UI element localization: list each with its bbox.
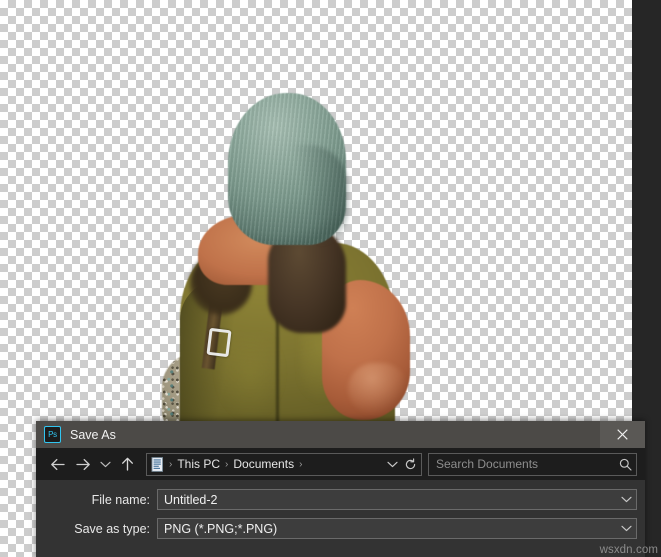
chevron-down-icon xyxy=(621,496,632,503)
forward-button[interactable] xyxy=(70,451,96,477)
file-name-label: File name: xyxy=(91,492,150,507)
breadcrumb-item-this-pc[interactable]: This PC xyxy=(174,457,223,471)
dialog-title: Save As xyxy=(70,427,116,442)
save-as-type-dropdown-button[interactable] xyxy=(617,519,636,538)
file-name-combobox[interactable] xyxy=(157,489,637,510)
search-input[interactable] xyxy=(436,457,619,471)
arrow-left-icon xyxy=(50,458,65,470)
knit-beanie-shadow xyxy=(290,145,348,245)
arrow-right-icon xyxy=(75,458,90,470)
file-name-dropdown-button[interactable] xyxy=(617,490,636,509)
up-one-level-button[interactable] xyxy=(114,451,140,477)
search-box[interactable] xyxy=(428,452,637,476)
breadcrumb-item-documents[interactable]: Documents xyxy=(230,457,297,471)
search-icon xyxy=(619,458,632,471)
bag-buckle xyxy=(206,327,232,358)
breadcrumb-separator: › xyxy=(225,458,229,470)
save-as-type-value: PNG (*.PNG;*.PNG) xyxy=(164,521,278,536)
chevron-down-icon xyxy=(99,461,111,467)
breadcrumb-separator-trailing[interactable]: › xyxy=(297,459,304,470)
breadcrumb-history-button[interactable] xyxy=(383,455,401,474)
screenshot-root: Ps Save As › This PC › Documents › Searc… xyxy=(0,0,661,557)
refresh-icon xyxy=(405,457,415,469)
refresh-button[interactable] xyxy=(401,455,419,474)
breadcrumb-separator: › xyxy=(169,458,173,470)
recent-locations-button[interactable] xyxy=(96,451,114,477)
close-button[interactable] xyxy=(600,421,645,448)
watermark: wsxdn.com xyxy=(599,544,658,556)
save-as-type-row: Save as type: PNG (*.PNG;*.PNG) xyxy=(36,516,645,541)
arrow-up-icon xyxy=(121,457,133,471)
dialog-navigation-bar: › This PC › Documents › xyxy=(36,448,645,480)
back-button[interactable] xyxy=(44,451,70,477)
chevron-down-icon xyxy=(621,525,632,532)
cutout-photo-subject xyxy=(150,85,425,425)
document-icon xyxy=(151,456,164,472)
dialog-form: File name: Save as type: PNG (*.PNG;*.PN… xyxy=(36,480,645,557)
dialog-titlebar[interactable]: Ps Save As xyxy=(36,421,645,448)
close-icon xyxy=(617,429,628,440)
save-as-type-combobox[interactable]: PNG (*.PNG;*.PNG) xyxy=(157,518,637,539)
chevron-down-icon xyxy=(386,461,398,467)
photoshop-icon: Ps xyxy=(44,426,61,443)
save-as-type-label: Save as type: xyxy=(74,521,150,536)
file-name-input[interactable] xyxy=(164,492,617,507)
rust-sleeve-highlight xyxy=(348,363,408,415)
breadcrumb[interactable]: › This PC › Documents › xyxy=(146,452,422,476)
file-name-row: File name: xyxy=(36,487,645,512)
save-as-dialog: Ps Save As › This PC › Documents › Searc… xyxy=(36,421,645,557)
